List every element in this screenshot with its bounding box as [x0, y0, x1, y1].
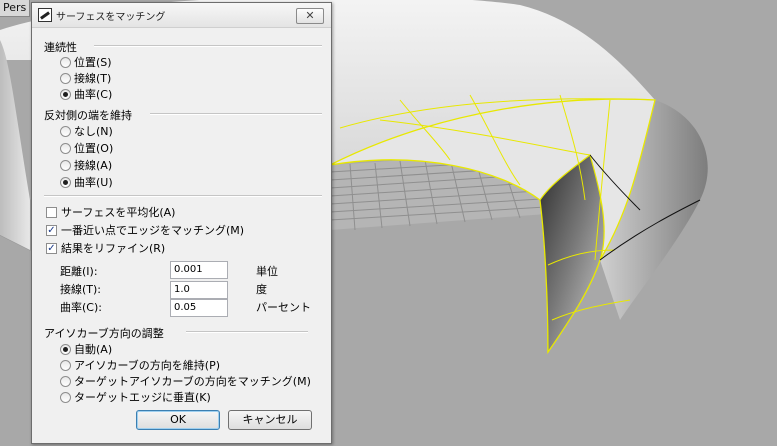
match-surface-dialog: サーフェスをマッチング ✕ 連続性 位置(S) 接線(T) 曲率(C) 反対側の…: [31, 2, 332, 444]
opposite-edge-group: 反対側の端を維持: [44, 107, 322, 123]
radio-icon[interactable]: [60, 72, 71, 84]
option-label: 一番近い点でエッジをマッチング(M): [61, 224, 245, 237]
radio-icon[interactable]: [60, 359, 71, 371]
isocurve-auto-option[interactable]: 自動(A): [60, 342, 112, 357]
option-label: 接線(A): [74, 159, 113, 172]
rhino-app-icon: [38, 8, 52, 22]
checkmark-icon[interactable]: ✓: [46, 242, 57, 254]
radio-icon[interactable]: [60, 142, 71, 154]
close-button[interactable]: ✕: [296, 8, 324, 24]
opposite-none-option[interactable]: なし(N): [60, 124, 113, 139]
isocurve-heading: アイソカーブ方向の調整: [44, 327, 164, 340]
cancel-button[interactable]: キャンセル: [228, 410, 312, 430]
isocurve-perpendicular-option[interactable]: ターゲットエッジに垂直(K): [60, 390, 211, 405]
radio-icon[interactable]: [60, 125, 71, 137]
dialog-titlebar[interactable]: サーフェスをマッチング ✕: [32, 3, 331, 28]
option-label: 位置(S): [74, 56, 112, 69]
option-label: アイソカーブの方向を維持(P): [74, 359, 221, 372]
tangent-unit: 度: [256, 283, 267, 296]
option-label: ターゲットアイソカーブの方向をマッチング(M): [74, 375, 311, 388]
radio-selected-icon[interactable]: [60, 176, 71, 188]
curvature-unit: パーセント: [256, 301, 311, 314]
option-label: 曲率(U): [74, 176, 113, 189]
dialog-title: サーフェスをマッチング: [56, 12, 166, 23]
isocurve-preserve-option[interactable]: アイソカーブの方向を維持(P): [60, 358, 220, 373]
radio-icon[interactable]: [60, 159, 71, 171]
opposite-position-option[interactable]: 位置(O): [60, 141, 113, 156]
distance-field[interactable]: 0.001: [170, 261, 228, 279]
continuity-curvature-option[interactable]: 曲率(C): [60, 87, 112, 102]
refine-result-checkbox[interactable]: ✓ 結果をリファイン(R): [46, 241, 165, 256]
curvature-label: 曲率(C):: [60, 301, 102, 314]
distance-unit: 単位: [256, 265, 278, 278]
opposite-edge-heading: 反対側の端を維持: [44, 109, 132, 122]
tangent-label: 接線(T):: [60, 283, 102, 296]
checkbox-icon[interactable]: [46, 206, 57, 218]
option-label: 曲率(C): [74, 88, 113, 101]
curvature-field[interactable]: 0.05: [170, 299, 228, 317]
continuity-divider: [94, 45, 322, 47]
viewport-tab[interactable]: Pers: [0, 0, 31, 17]
opposite-edge-divider: [150, 113, 322, 115]
continuity-tangent-option[interactable]: 接線(T): [60, 71, 111, 86]
option-label: 位置(O): [74, 142, 114, 155]
isocurve-group: アイソカーブ方向の調整: [44, 325, 322, 341]
distance-label: 距離(I):: [60, 265, 98, 278]
option-label: ターゲットエッジに垂直(K): [74, 391, 211, 404]
separator: [44, 195, 322, 197]
radio-icon[interactable]: [60, 56, 71, 68]
continuity-group: 連続性: [44, 39, 322, 55]
radio-icon[interactable]: [60, 375, 71, 387]
option-label: 接線(T): [74, 72, 112, 85]
match-closest-point-checkbox[interactable]: ✓ 一番近い点でエッジをマッチング(M): [46, 223, 244, 238]
option-label: 結果をリファイン(R): [61, 242, 166, 255]
average-surfaces-checkbox[interactable]: サーフェスを平均化(A): [46, 205, 175, 220]
isocurve-divider: [186, 331, 308, 333]
opposite-curvature-option[interactable]: 曲率(U): [60, 175, 113, 190]
opposite-tangent-option[interactable]: 接線(A): [60, 158, 112, 173]
option-label: なし(N): [74, 125, 113, 138]
isocurve-match-target-option[interactable]: ターゲットアイソカーブの方向をマッチング(M): [60, 374, 311, 389]
option-label: 自動(A): [74, 343, 113, 356]
radio-icon[interactable]: [60, 391, 71, 403]
checkmark-icon[interactable]: ✓: [46, 224, 57, 236]
tangent-field[interactable]: 1.0: [170, 281, 228, 299]
radio-selected-icon[interactable]: [60, 88, 71, 100]
continuity-position-option[interactable]: 位置(S): [60, 55, 112, 70]
radio-selected-icon[interactable]: [60, 343, 71, 355]
ok-button[interactable]: OK: [136, 410, 220, 430]
continuity-heading: 連続性: [44, 41, 77, 54]
option-label: サーフェスを平均化(A): [61, 206, 176, 219]
